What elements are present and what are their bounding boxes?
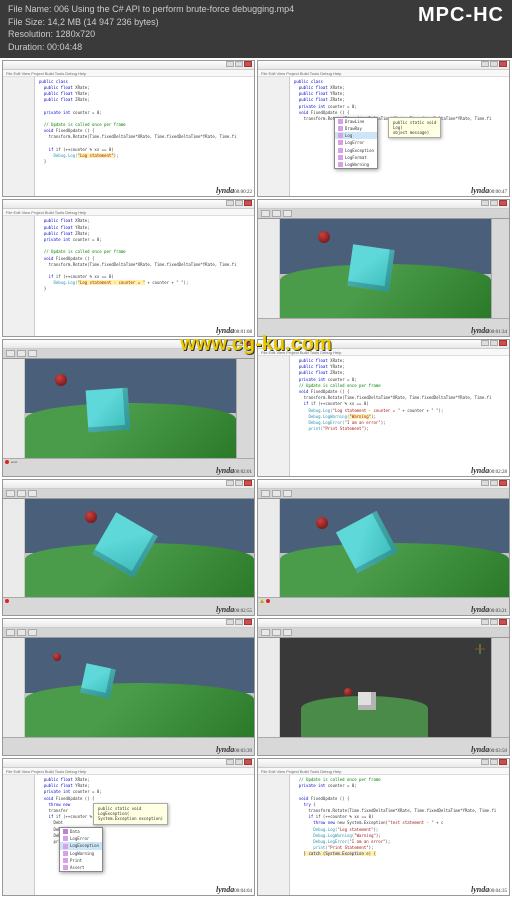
maximize-button[interactable]	[235, 61, 243, 67]
thumbnail-3[interactable]: File Edit View Project Build Tools Debug…	[2, 199, 255, 337]
watermark: www.cg-ku.com	[180, 333, 332, 356]
minimize-button[interactable]	[226, 61, 234, 67]
error-icon	[5, 460, 9, 464]
tooltip: public static void Log( object message)	[388, 117, 441, 139]
thumbnail-10[interactable]: lynda00:03:50	[257, 618, 510, 756]
player-name: MPC-HC	[418, 4, 504, 27]
window-titlebar	[3, 61, 254, 70]
code-editor[interactable]: public class public float XRate; public …	[35, 77, 254, 197]
tooltip: public static void LogException( System.…	[93, 803, 168, 825]
info-header: File Name: 006 Using the C# API to perfo…	[0, 0, 512, 58]
file-name: 006 Using the C# API to perform brute-fo…	[54, 4, 294, 14]
warning-icon	[260, 599, 264, 603]
thumbnail-6[interactable]: File Edit View Project Build Tools Debug…	[257, 339, 510, 477]
menubar[interactable]: File Edit View Project Build Tools Debug…	[3, 70, 254, 77]
thumbnail-11[interactable]: File Edit View Project Build Tools Debug…	[2, 758, 255, 896]
thumbnail-2[interactable]: File Edit View Project Build Tools Debug…	[257, 60, 510, 198]
unity-toolbar[interactable]	[258, 209, 509, 219]
thumbnail-7[interactable]: lynda00:02:55	[2, 479, 255, 617]
file-duration: 00:04:48	[47, 42, 82, 52]
file-resolution: 1280x720	[56, 29, 96, 39]
code-editor[interactable]: public class public float XRate; public …	[290, 77, 509, 197]
thumbnail-12[interactable]: File Edit View Project Build Tools Debug…	[257, 758, 510, 896]
thumbnail-9[interactable]: lynda00:03:39	[2, 618, 255, 756]
intellisense-popup[interactable]: Data LogError LogException LogWarning Pr…	[59, 827, 103, 872]
game-view[interactable]	[280, 219, 491, 318]
inspector-panel[interactable]	[491, 219, 509, 318]
intellisense-popup[interactable]: DrawLine DrawRay Log LogError LogExcepti…	[334, 117, 378, 169]
thumbnail-grid: File Edit View Project Build Tools Debug…	[0, 58, 512, 898]
scene-gizmo-icon[interactable]	[473, 642, 487, 656]
close-button[interactable]	[244, 61, 252, 67]
file-size: 14,2 MB (14 947 236 bytes)	[48, 17, 159, 27]
solution-explorer[interactable]	[258, 77, 290, 197]
thumbnail-1[interactable]: File Edit View Project Build Tools Debug…	[2, 60, 255, 198]
thumbnail-5[interactable]: error lynda00:02:01	[2, 339, 255, 477]
solution-explorer[interactable]	[3, 77, 35, 197]
thumbnail-4[interactable]: lynda00:01:34	[257, 199, 510, 337]
cube-object	[347, 245, 394, 292]
thumbnail-8[interactable]: lynda00:03:21	[257, 479, 510, 617]
hierarchy-panel[interactable]	[258, 219, 280, 318]
